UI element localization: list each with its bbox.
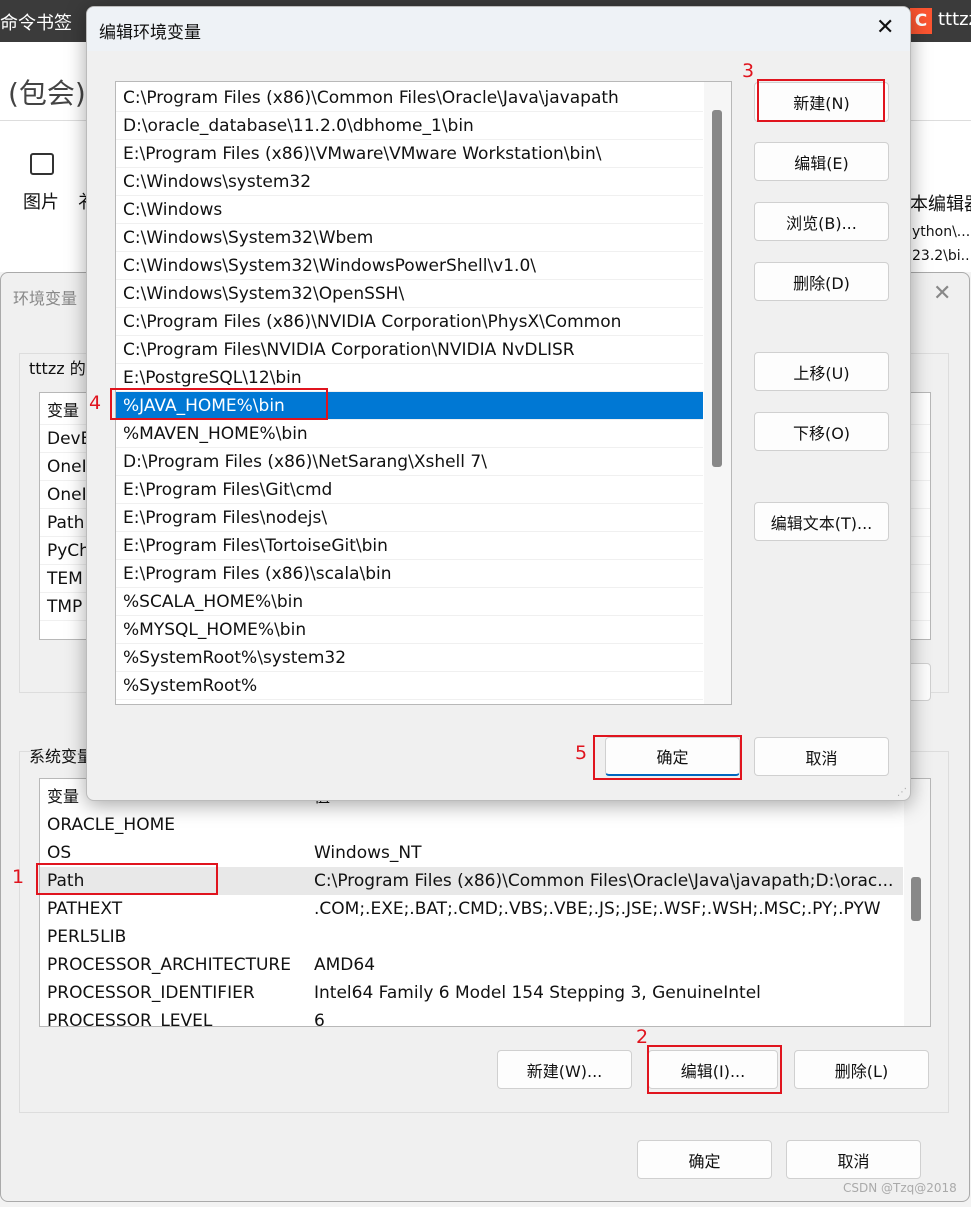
path-list-item[interactable]: E:\Program Files\Git\cmd xyxy=(116,476,703,504)
table-row[interactable]: PATHEXT .COM;.EXE;.BAT;.CMD;.VBS;.VBE;.JS… xyxy=(40,895,903,923)
user-name: tttzz xyxy=(938,9,971,30)
var-name: PERL5LIB xyxy=(47,927,127,947)
scrollbar-thumb[interactable] xyxy=(911,877,921,921)
path-list-scrollbar[interactable] xyxy=(704,82,731,704)
table-row[interactable]: PERL5LIB xyxy=(40,923,903,951)
annotation-5: 5 xyxy=(575,742,588,764)
path-list-item[interactable]: %SystemRoot%\system32 xyxy=(116,644,703,672)
annotation-2: 2 xyxy=(636,1026,649,1048)
annotation-1: 1 xyxy=(12,866,25,888)
edit-dialog-title: 编辑环境变量 xyxy=(99,23,201,43)
env-ok-button[interactable]: 确定 xyxy=(637,1140,772,1179)
path-list-item[interactable]: C:\Program Files\NVIDIA Corporation\NVID… xyxy=(116,336,703,364)
system-vars-group-label: 系统变量 xyxy=(29,747,94,766)
watermark: CSDN @Tzq@2018 xyxy=(843,1181,957,1195)
edit-dialog-close-icon[interactable]: ✕ xyxy=(876,15,894,40)
path-list-item[interactable]: E:\Program Files\TortoiseGit\bin xyxy=(116,532,703,560)
annotation-box-new xyxy=(757,79,885,122)
background-title-fragment: (包会) xyxy=(8,77,86,110)
var-name: PROCESSOR_ARCHITECTURE xyxy=(47,955,291,975)
scrollbar-thumb[interactable] xyxy=(712,110,722,467)
var-value: 6 xyxy=(314,1011,325,1027)
path-list-item[interactable]: C:\Program Files (x86)\Common Files\Orac… xyxy=(116,84,703,112)
path-list-item[interactable]: D:\Program Files (x86)\NetSarang\Xshell … xyxy=(116,448,703,476)
annotation-box-java-home xyxy=(110,388,328,420)
path-list-item[interactable]: C:\Windows\System32\OpenSSH\ xyxy=(116,280,703,308)
env-dialog-title: 环境变量 xyxy=(13,289,78,308)
path-list-item[interactable]: %SystemRoot% xyxy=(116,672,703,700)
annotation-3: 3 xyxy=(742,60,755,82)
system-vars-list[interactable]: 变量 值 ORACLE_HOMEOSWindows_NTPathC:\Progr… xyxy=(39,778,931,1027)
background-text-1: ython\... xyxy=(912,224,971,240)
var-name: ORACLE_HOME xyxy=(47,815,175,835)
path-list-item[interactable]: E:\Program Files\nodejs\ xyxy=(116,504,703,532)
var-name: PATHEXT xyxy=(47,899,123,919)
edit-text-button[interactable]: 编辑文本(T)... xyxy=(754,502,889,541)
table-row[interactable]: PROCESSOR_ARCHITECTURE AMD64 xyxy=(40,951,903,979)
system-delete-button[interactable]: 删除(L) xyxy=(794,1050,929,1089)
column-header-name[interactable]: 变量 xyxy=(47,783,79,811)
var-value: C:\Program Files (x86)\Common Files\Orac… xyxy=(314,871,894,891)
path-list-item[interactable]: E:\Program Files (x86)\VMware\VMware Wor… xyxy=(116,140,703,168)
system-vars-scrollbar[interactable] xyxy=(904,779,930,1026)
var-value: .COM;.EXE;.BAT;.CMD;.VBS;.VBE;.JS;.JSE;.… xyxy=(314,899,881,919)
edit-cancel-button[interactable]: 取消 xyxy=(754,737,889,776)
browse-button[interactable]: 浏览(B)... xyxy=(754,202,889,241)
background-text-2: 23.2\bi... xyxy=(912,248,971,264)
path-list-item[interactable]: C:\Windows\System32\WindowsPowerShell\v1… xyxy=(116,252,703,280)
path-list-item[interactable]: %MAVEN_HOME%\bin xyxy=(116,420,703,448)
user-vars-group-label: tttzz 的 xyxy=(29,359,86,378)
annotation-box-path xyxy=(36,863,218,895)
resize-grip-icon[interactable]: ⋰ xyxy=(897,787,907,798)
table-row[interactable]: ORACLE_HOME xyxy=(40,811,903,839)
toolbar-image-label[interactable]: 图片 xyxy=(23,188,59,214)
background-app-menu-text: 命令书签 xyxy=(0,13,72,34)
var-value: Windows_NT xyxy=(314,843,422,863)
edit-dialog-titlebar xyxy=(87,7,910,51)
path-list-item[interactable]: C:\Program Files (x86)\NVIDIA Corporatio… xyxy=(116,308,703,336)
var-value: AMD64 xyxy=(314,955,376,975)
path-list-item[interactable]: D:\oracle_database\11.2.0\dbhome_1\bin xyxy=(116,112,703,140)
toolbar-right-label[interactable]: 本编辑器 xyxy=(910,190,971,216)
delete-path-button[interactable]: 删除(D) xyxy=(754,262,889,301)
env-dialog-close-icon[interactable]: ✕ xyxy=(933,281,951,306)
brand-logo: C xyxy=(910,8,932,34)
path-list-item[interactable]: C:\Windows\system32 xyxy=(116,168,703,196)
var-name: PROCESSOR_LEVEL xyxy=(47,1011,213,1027)
path-list-item[interactable]: %MYSQL_HOME%\bin xyxy=(116,616,703,644)
move-up-button[interactable]: 上移(U) xyxy=(754,352,889,391)
system-new-button[interactable]: 新建(W)... xyxy=(497,1050,632,1089)
table-row[interactable]: PROCESSOR_LEVEL 6 xyxy=(40,1007,903,1027)
image-icon[interactable] xyxy=(30,153,54,175)
annotation-4: 4 xyxy=(89,392,102,414)
var-value: Intel64 Family 6 Model 154 Stepping 3, G… xyxy=(314,983,761,1003)
edit-path-button[interactable]: 编辑(E) xyxy=(754,142,889,181)
var-name: PROCESSOR_IDENTIFIER xyxy=(47,983,255,1003)
path-list-item[interactable]: %SCALA_HOME%\bin xyxy=(116,588,703,616)
annotation-box-ok xyxy=(593,735,742,780)
path-list-item[interactable]: E:\Program Files (x86)\scala\bin xyxy=(116,560,703,588)
table-row[interactable]: PROCESSOR_IDENTIFIER Intel64 Family 6 Mod… xyxy=(40,979,903,1007)
path-list-item[interactable]: C:\Windows xyxy=(116,196,703,224)
env-cancel-button[interactable]: 取消 xyxy=(786,1140,921,1179)
path-list-item[interactable]: C:\Windows\System32\Wbem xyxy=(116,224,703,252)
annotation-box-edit xyxy=(647,1045,782,1094)
move-down-button[interactable]: 下移(O) xyxy=(754,412,889,451)
